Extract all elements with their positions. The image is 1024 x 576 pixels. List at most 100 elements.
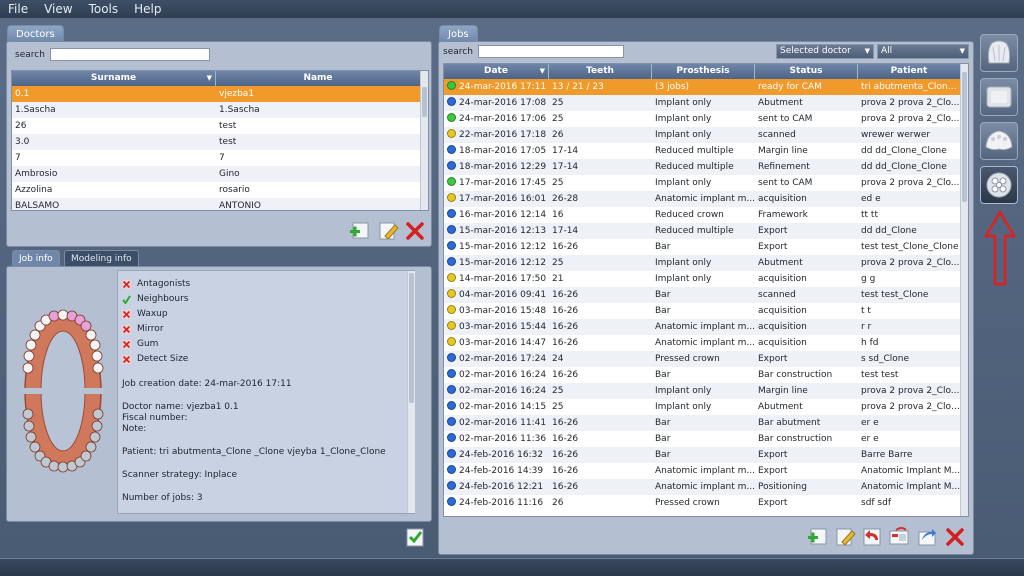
- table-row[interactable]: 04-mar-2016 09:41 16-26 Bar scanned test tes…: [444, 287, 968, 303]
- teeth-diagram[interactable]: [16, 306, 110, 476]
- option-detect-size[interactable]: Detect Size: [122, 352, 410, 367]
- tooth[interactable]: [25, 339, 37, 351]
- tooth[interactable]: [91, 350, 103, 362]
- job-info-scroll-thumb[interactable]: [409, 273, 414, 403]
- status-filter-select[interactable]: All ▼: [877, 44, 969, 59]
- table-row[interactable]: 24-feb-2016 16:32 16-26 Bar Export Barre Bar…: [444, 447, 968, 463]
- doctor-filter-select[interactable]: Selected doctor ▼: [776, 44, 874, 59]
- table-row[interactable]: 16-mar-2016 12:14 16 Reduced crown Framewor…: [444, 207, 968, 223]
- tooth[interactable]: [29, 441, 41, 453]
- table-row[interactable]: 15-mar-2016 12:12 16-26 Bar Export test test…: [444, 239, 968, 255]
- table-row[interactable]: 24-mar-2016 17:11 13 / 21 / 23 (3 jobs) rea…: [444, 79, 968, 95]
- tooth[interactable]: [25, 431, 37, 443]
- table-row[interactable]: 24-feb-2016 14:39 16-26 Anatomic implant m…: [444, 463, 968, 479]
- doctors-scroll-thumb[interactable]: [422, 87, 427, 117]
- table-row[interactable]: 03-mar-2016 14:47 16-26 Anatomic implant m…: [444, 335, 968, 351]
- table-row[interactable]: 15-mar-2016 12:12 25 Implant only Abutment p…: [444, 255, 968, 271]
- arch-tool-button[interactable]: [980, 122, 1018, 160]
- tooth[interactable]: [22, 362, 34, 374]
- dental-arch-chart[interactable]: [16, 306, 110, 479]
- edit-doctor-button[interactable]: [377, 220, 399, 242]
- table-row[interactable]: 24-feb-2016 12:21 16-26 Anatomic implant m…: [444, 479, 968, 495]
- table-row[interactable]: 1.Sascha 1.Sascha: [12, 102, 428, 118]
- col-patient[interactable]: Patient: [858, 64, 961, 79]
- option-neighbours[interactable]: Neighbours: [122, 292, 410, 307]
- col-status[interactable]: Status: [755, 64, 858, 79]
- table-row[interactable]: 03-mar-2016 15:48 16-26 Bar acquisition t t: [444, 303, 968, 319]
- tooth[interactable]: [91, 420, 103, 432]
- edit-job-button[interactable]: [834, 526, 856, 548]
- tab-job-info[interactable]: Job info: [12, 250, 60, 267]
- delete-doctor-button[interactable]: [404, 220, 426, 242]
- table-row[interactable]: 24-mar-2016 17:08 25 Implant only Abutment p…: [444, 95, 968, 111]
- table-row[interactable]: Ambrosio Gino: [12, 166, 428, 182]
- tooth[interactable]: [29, 329, 41, 341]
- tooth[interactable]: [57, 309, 69, 321]
- reopen-job-button[interactable]: [861, 526, 883, 548]
- tooth[interactable]: [85, 441, 97, 453]
- menu-view[interactable]: View: [36, 2, 80, 16]
- table-row[interactable]: 18-mar-2016 17:05 17-14 Reduced multiple Ma…: [444, 143, 968, 159]
- table-row[interactable]: 03-mar-2016 15:44 16-26 Anatomic implant m…: [444, 319, 968, 335]
- tooth[interactable]: [57, 461, 69, 473]
- table-row[interactable]: 15-mar-2016 12:13 17-14 Reduced multiple Ex…: [444, 223, 968, 239]
- tooth[interactable]: [23, 420, 35, 432]
- jobs-scroll-thumb[interactable]: [962, 72, 967, 202]
- table-row[interactable]: 24-feb-2016 11:16 26 Pressed crown Export sd…: [444, 495, 968, 511]
- option-waxup[interactable]: Waxup: [122, 307, 410, 322]
- table-row[interactable]: 18-mar-2016 12:29 17-14 Reduced multiple Re…: [444, 159, 968, 175]
- col-name[interactable]: Name: [216, 71, 421, 86]
- menu-file[interactable]: File: [0, 2, 36, 16]
- tooth[interactable]: [89, 431, 101, 443]
- job-report-button[interactable]: [888, 526, 910, 548]
- table-row[interactable]: BALSAMO ANTONIO: [12, 198, 428, 210]
- table-row[interactable]: 02-mar-2016 11:41 16-26 Bar Bar abutment er …: [444, 415, 968, 431]
- table-row[interactable]: 02-mar-2016 16:24 25 Implant only Margin li…: [444, 383, 968, 399]
- table-row[interactable]: 17-mar-2016 17:45 25 Implant only sent to C…: [444, 175, 968, 191]
- table-row[interactable]: 0.1 vjezba1: [12, 86, 428, 102]
- option-antagonists[interactable]: Antagonists: [122, 277, 410, 292]
- add-job-button[interactable]: [806, 526, 828, 548]
- col-date[interactable]: Date ▼: [444, 64, 549, 79]
- col-teeth[interactable]: Teeth: [549, 64, 652, 79]
- tooth[interactable]: [48, 460, 60, 472]
- col-prosthesis[interactable]: Prosthesis: [652, 64, 755, 79]
- table-row[interactable]: 02-mar-2016 16:24 16-26 Bar Bar constructio…: [444, 367, 968, 383]
- delete-job-button[interactable]: [944, 526, 966, 548]
- export-job-button[interactable]: [916, 526, 938, 548]
- table-row[interactable]: 02-mar-2016 14:15 25 Implant only Abutment p…: [444, 399, 968, 415]
- table-row[interactable]: 3.0 test: [12, 134, 428, 150]
- menu-tools[interactable]: Tools: [81, 2, 127, 16]
- tab-modeling-info[interactable]: Modeling info: [64, 250, 139, 267]
- jobs-scrollbar[interactable]: [960, 64, 968, 516]
- table-row[interactable]: 22-mar-2016 17:18 26 Implant only scanned wr…: [444, 127, 968, 143]
- jobs-search-input[interactable]: [478, 45, 624, 58]
- add-doctor-button[interactable]: [348, 220, 370, 242]
- table-row[interactable]: 26 test: [12, 118, 428, 134]
- table-row[interactable]: 24-mar-2016 17:06 25 Implant only sent to C…: [444, 111, 968, 127]
- col-surname[interactable]: Surname ▼: [12, 71, 216, 86]
- stone-tool-button[interactable]: [980, 78, 1018, 116]
- tooth[interactable]: [80, 450, 92, 462]
- table-row[interactable]: 02-mar-2016 11:36 16-26 Bar Bar constructio…: [444, 431, 968, 447]
- doctors-scrollbar[interactable]: [420, 71, 428, 210]
- table-row[interactable]: 02-mar-2016 17:24 24 Pressed crown Export s …: [444, 351, 968, 367]
- option-gum[interactable]: Gum: [122, 337, 410, 352]
- confirm-job-button[interactable]: [404, 526, 426, 548]
- tooth[interactable]: [23, 350, 35, 362]
- option-mirror[interactable]: Mirror: [122, 322, 410, 337]
- tooth[interactable]: [92, 408, 104, 420]
- tooth[interactable]: [89, 339, 101, 351]
- tooth[interactable]: [92, 362, 104, 374]
- job-info-scrollbar[interactable]: [407, 271, 415, 513]
- table-row[interactable]: 77: [12, 150, 428, 166]
- tooth[interactable]: [48, 310, 60, 322]
- doctors-search-input[interactable]: [50, 48, 210, 61]
- table-row[interactable]: 17-mar-2016 16:01 26-28 Anatomic implant m…: [444, 191, 968, 207]
- tooth[interactable]: [85, 329, 97, 341]
- tab-jobs[interactable]: Jobs: [439, 25, 478, 42]
- crown-tool-button[interactable]: [980, 34, 1018, 72]
- tooth[interactable]: [80, 320, 92, 332]
- tab-doctors[interactable]: Doctors: [7, 25, 64, 42]
- table-row[interactable]: Azzolina rosario: [12, 182, 428, 198]
